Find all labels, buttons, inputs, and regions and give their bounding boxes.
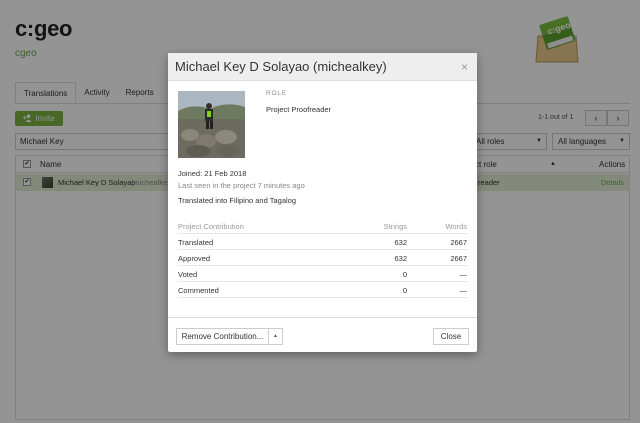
contribution-row: Commented 0 — xyxy=(178,282,467,298)
contribution-strings: 632 xyxy=(394,238,407,247)
member-photo xyxy=(178,91,245,158)
role-value: Project Proofreader xyxy=(266,105,332,114)
contribution-table: Project Contribution Strings Words Trans… xyxy=(178,218,467,298)
remove-contribution-button[interactable]: Remove Contribution... xyxy=(176,328,269,345)
contribution-row: Voted 0 — xyxy=(178,266,467,282)
translated-languages: Translated into Filipino and Tagalog xyxy=(178,196,296,205)
contribution-words: 2667 xyxy=(450,238,467,247)
last-seen: Last seen in the project 7 minutes ago xyxy=(178,181,305,190)
contribution-header: Project Contribution Strings Words xyxy=(178,218,467,234)
member-details-modal: Michael Key D Solayao (michealkey) × ROL… xyxy=(168,53,477,352)
contribution-header-label: Project Contribution xyxy=(178,222,244,231)
contribution-label: Translated xyxy=(178,238,214,247)
contribution-row: Approved 632 2667 xyxy=(178,250,467,266)
close-button[interactable]: Close xyxy=(433,328,469,345)
modal-footer: Remove Contribution... ▲ Close xyxy=(168,317,477,352)
contribution-row: Translated 632 2667 xyxy=(178,234,467,250)
dropdown-toggle-icon[interactable]: ▲ xyxy=(269,328,283,345)
contribution-words: — xyxy=(459,286,468,295)
contribution-label: Voted xyxy=(178,270,198,279)
contribution-strings: 0 xyxy=(402,270,407,279)
contribution-label: Approved xyxy=(178,254,211,263)
close-icon[interactable]: × xyxy=(461,60,468,74)
contribution-header-words: Words xyxy=(445,222,467,231)
role-label: ROLE xyxy=(266,90,287,97)
modal-title: Michael Key D Solayao (michealkey) xyxy=(175,59,387,74)
contribution-words: — xyxy=(459,270,468,279)
contribution-header-strings: Strings xyxy=(383,222,407,231)
modal-header: Michael Key D Solayao (michealkey) × xyxy=(168,53,477,81)
contribution-label: Commented xyxy=(178,286,219,295)
joined-date: Joined: 21 Feb 2018 xyxy=(178,169,247,178)
contribution-strings: 0 xyxy=(402,286,407,295)
contribution-words: 2667 xyxy=(450,254,467,263)
contribution-strings: 632 xyxy=(394,254,407,263)
